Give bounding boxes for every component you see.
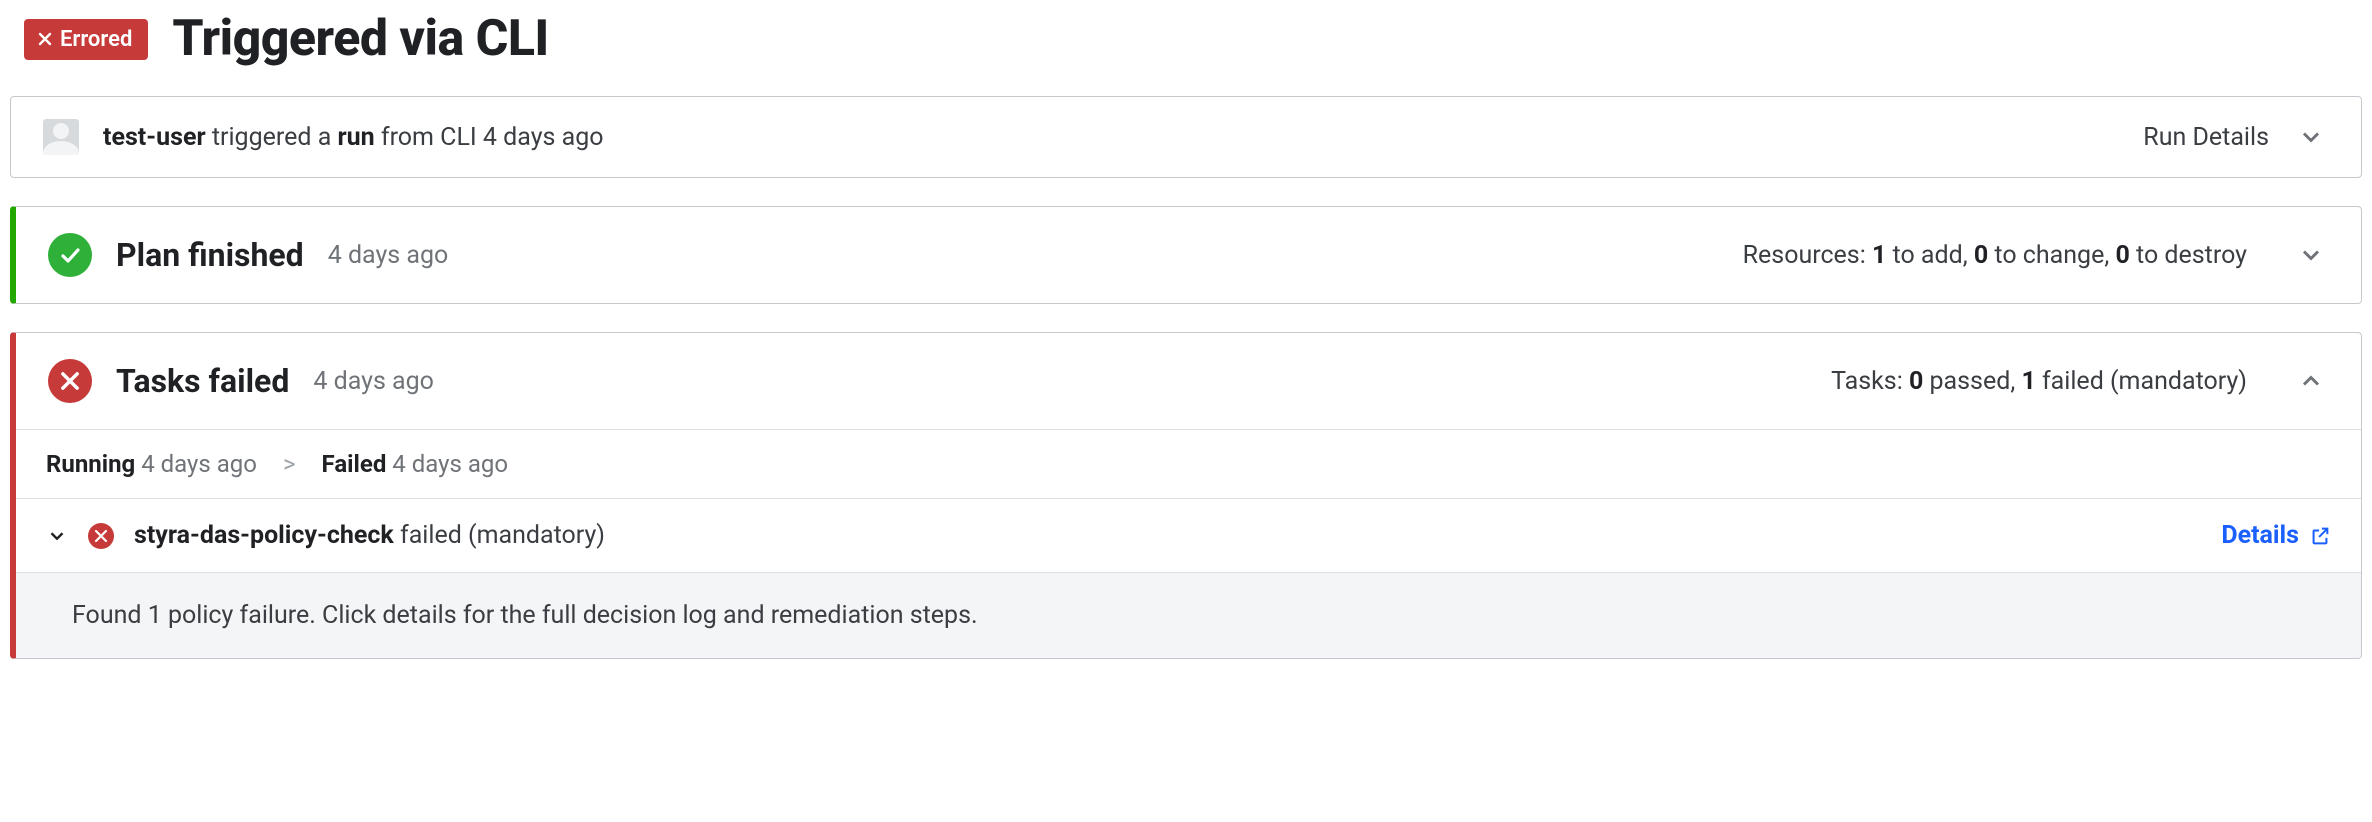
- details-link[interactable]: Details: [2221, 521, 2331, 550]
- resources-change-suffix: to change,: [1994, 241, 2109, 270]
- task-message: Found 1 policy failure. Click details fo…: [16, 572, 2361, 658]
- trigger-right: Run Details: [2143, 123, 2325, 152]
- tasks-prefix: Tasks:: [1831, 367, 1903, 396]
- tasks-passed: 0: [1909, 367, 1923, 396]
- run-details-label[interactable]: Run Details: [2143, 123, 2269, 152]
- task-name-bold: styra-das-policy-check: [134, 521, 394, 550]
- stage-failed: Failed 4 days ago: [322, 450, 509, 478]
- tasks-summary: Tasks: 0 passed, 1 failed (mandatory): [1831, 367, 2247, 396]
- task-item-row[interactable]: styra-das-policy-check failed (mandatory…: [16, 498, 2361, 572]
- stage-running-when: 4 days ago: [141, 450, 257, 478]
- stage-running-label: Running: [46, 450, 135, 478]
- trigger-user: test-user: [103, 123, 206, 152]
- stage-failed-label: Failed: [322, 450, 387, 478]
- caret-down-icon[interactable]: [46, 525, 68, 547]
- tasks-row[interactable]: Tasks failed 4 days ago Tasks: 0 passed,…: [16, 333, 2361, 429]
- plan-resources: Resources: 1 to add, 0 to change, 0 to d…: [1743, 241, 2247, 270]
- tasks-stages: Running 4 days ago > Failed 4 days ago: [16, 429, 2361, 498]
- tasks-when: 4 days ago: [313, 367, 434, 396]
- error-x-icon: [38, 32, 52, 46]
- tasks-title: Tasks failed: [116, 362, 289, 400]
- tasks-passed-suffix: passed,: [1930, 367, 2016, 396]
- trigger-source: from CLI: [381, 123, 477, 152]
- trigger-row[interactable]: test-user triggered a run from CLI 4 day…: [11, 97, 2361, 177]
- resources-destroy: 0: [2115, 241, 2129, 270]
- page-title: Triggered via CLI: [172, 10, 548, 68]
- status-badge-label: Errored: [60, 27, 132, 52]
- check-circle-icon: [48, 233, 92, 277]
- resources-add: 1: [1872, 241, 1886, 270]
- plan-card: Plan finished 4 days ago Resources: 1 to…: [10, 206, 2362, 304]
- resources-destroy-suffix: to destroy: [2136, 241, 2247, 270]
- resources-change: 0: [1974, 241, 1988, 270]
- resources-add-suffix: to add,: [1893, 241, 1968, 270]
- tasks-left: Tasks failed 4 days ago: [116, 362, 1807, 400]
- plan-row[interactable]: Plan finished 4 days ago Resources: 1 to…: [16, 207, 2361, 303]
- chevron-down-icon[interactable]: [2297, 241, 2325, 269]
- trigger-when: 4 days ago: [483, 123, 604, 152]
- stage-failed-when: 4 days ago: [392, 450, 508, 478]
- trigger-verb: triggered a: [212, 123, 331, 152]
- tasks-failed: 1: [2021, 367, 2035, 396]
- chevron-up-icon[interactable]: [2297, 367, 2325, 395]
- resources-prefix: Resources:: [1743, 241, 1866, 270]
- task-name: styra-das-policy-check failed (mandatory…: [134, 521, 2201, 550]
- external-link-icon: [2309, 525, 2331, 547]
- run-header: Errored Triggered via CLI: [10, 10, 2362, 96]
- x-circle-icon: [88, 523, 114, 549]
- avatar: [43, 119, 79, 155]
- tasks-card: Tasks failed 4 days ago Tasks: 0 passed,…: [10, 332, 2362, 659]
- status-badge: Errored: [24, 19, 148, 60]
- trigger-object: run: [338, 123, 375, 152]
- trigger-text: test-user triggered a run from CLI 4 day…: [103, 123, 2119, 152]
- details-label: Details: [2221, 521, 2299, 550]
- plan-when: 4 days ago: [328, 241, 449, 270]
- x-circle-icon: [48, 359, 92, 403]
- task-status-text: failed (mandatory): [400, 521, 605, 550]
- plan-left: Plan finished 4 days ago: [116, 236, 1719, 274]
- chevron-down-icon[interactable]: [2297, 123, 2325, 151]
- trigger-card: test-user triggered a run from CLI 4 day…: [10, 96, 2362, 178]
- plan-title: Plan finished: [116, 236, 304, 274]
- chevron-right-icon: >: [283, 450, 296, 478]
- tasks-failed-suffix: failed (mandatory): [2042, 367, 2247, 396]
- stage-running: Running 4 days ago: [46, 450, 257, 478]
